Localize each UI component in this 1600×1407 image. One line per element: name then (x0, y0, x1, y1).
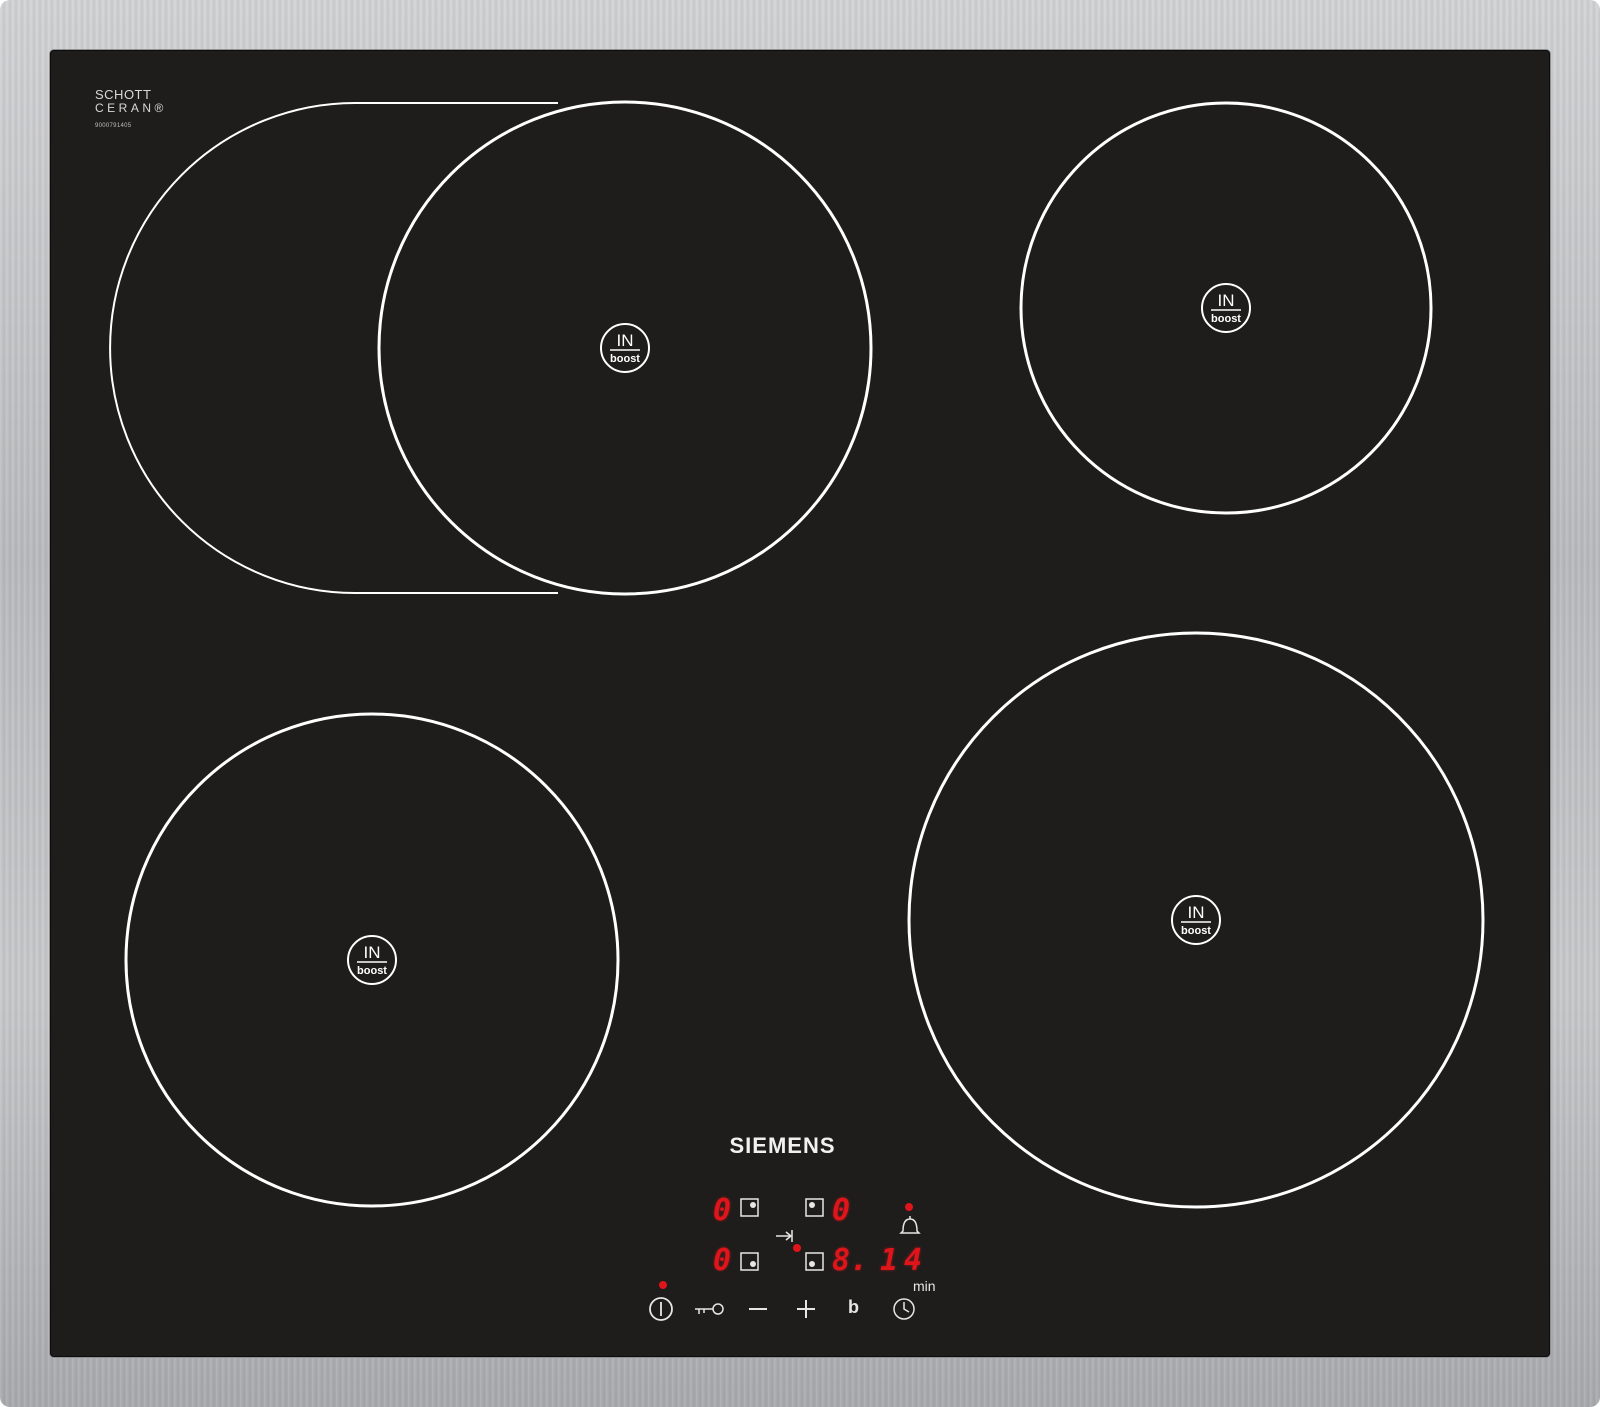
led-dot-power (659, 1281, 667, 1289)
zone-indicator-rear-right[interactable] (805, 1198, 824, 1217)
in-boost-badge: IN boost (600, 323, 650, 373)
zone-indicator-front-left[interactable] (740, 1252, 759, 1271)
clock-icon[interactable] (893, 1298, 915, 1320)
in-boost-badge: IN boost (1201, 283, 1251, 333)
timer-unit-label: min (913, 1278, 936, 1294)
led-dot-front-right (793, 1244, 801, 1252)
badge-boost-text: boost (610, 353, 640, 365)
brand-logo: SIEMENS (729, 1133, 836, 1158)
key-lock-icon[interactable] (695, 1303, 724, 1315)
zone-indicator-front-right[interactable] (805, 1252, 824, 1271)
badge-in-text: IN (1218, 291, 1235, 310)
cooktop-graphics: IN boost IN boost IN boost IN boost (109, 100, 1485, 1321)
power-icon[interactable] (649, 1297, 673, 1321)
zone-indicator-rear-left[interactable] (740, 1198, 759, 1217)
schott-ceran-logo: SCHOTT CERAN® 9000791405 (95, 88, 167, 129)
in-boost-badge: IN boost (347, 935, 397, 985)
bell-icon[interactable] (899, 1216, 921, 1234)
display-front-right-level: 8. (832, 1243, 869, 1278)
in-boost-badge: IN boost (1171, 895, 1221, 945)
display-rear-left-level: 0 (713, 1193, 732, 1228)
schott-logo-line2: CERAN® (95, 101, 167, 115)
badge-boost-text: boost (1181, 925, 1211, 937)
rear-left-extension-outline (109, 102, 558, 594)
badge-in-text: IN (364, 943, 381, 962)
badge-in-text: IN (1188, 903, 1205, 922)
glass-serial-code: 9000791405 (95, 123, 132, 129)
arrow-to-bar-icon[interactable] (776, 1230, 793, 1242)
display-front-left-level: 0 (713, 1243, 732, 1278)
display-rear-right-level: 0 (832, 1193, 851, 1228)
schott-logo-line1: SCHOTT (95, 87, 152, 102)
badge-boost-text: boost (357, 965, 387, 977)
boost-button[interactable]: b (848, 1297, 859, 1318)
badge-in-text: IN (617, 331, 634, 350)
plus-icon[interactable] (797, 1300, 815, 1318)
badge-boost-text: boost (1211, 313, 1241, 325)
display-timer-value: 14 (880, 1243, 929, 1278)
led-dot-bell (905, 1203, 913, 1211)
